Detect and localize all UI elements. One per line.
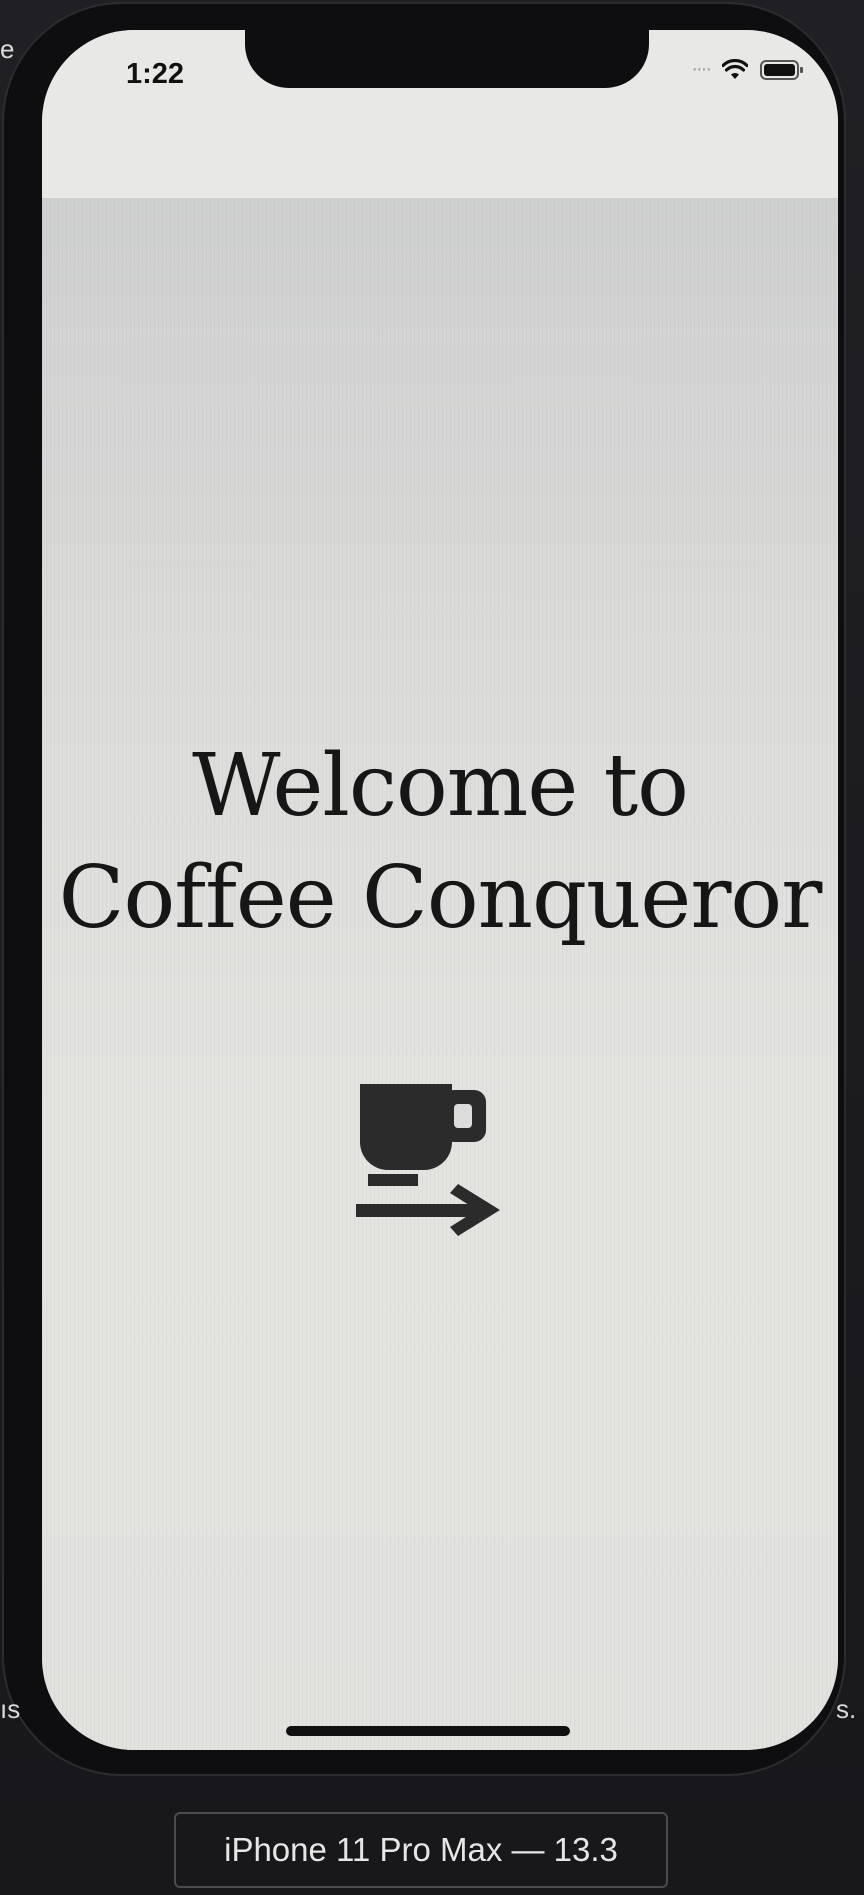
home-indicator[interactable] bbox=[286, 1726, 570, 1736]
coffee-cup-arrow-icon bbox=[356, 1084, 500, 1236]
welcome-title-line-1: Welcome to bbox=[192, 736, 689, 836]
welcome-title: Welcome to Coffee Conqueror bbox=[42, 730, 838, 954]
background-window-edge-text-left: ıs bbox=[0, 1694, 21, 1724]
status-time: 1:22 bbox=[126, 58, 185, 90]
enter-app-button[interactable] bbox=[356, 1084, 510, 1246]
cellular-signal-icon: ···· bbox=[691, 58, 712, 80]
phone-frame: 1:22 ···· Welcome to Coffee Conqueror bbox=[4, 4, 844, 1774]
wifi-icon bbox=[722, 58, 748, 79]
welcome-view bbox=[42, 198, 838, 1750]
welcome-title-line-2: Coffee Conqueror bbox=[58, 848, 823, 948]
simulator-device-label: iPhone 11 Pro Max — 13.3 bbox=[174, 1812, 668, 1888]
phone-screen: 1:22 ···· Welcome to Coffee Conqueror bbox=[42, 30, 838, 1750]
background-window-edge-text-right: s. bbox=[836, 1694, 857, 1724]
battery-icon bbox=[760, 59, 803, 80]
status-icons: ···· bbox=[691, 58, 804, 81]
status-bar: 1:22 ···· bbox=[42, 30, 838, 198]
background-window-edge-text: e bbox=[0, 34, 15, 64]
notch bbox=[245, 30, 649, 88]
simulator-desktop: e 1:22 ···· Welcome to Coffee Conqueror … bbox=[0, 0, 864, 1895]
